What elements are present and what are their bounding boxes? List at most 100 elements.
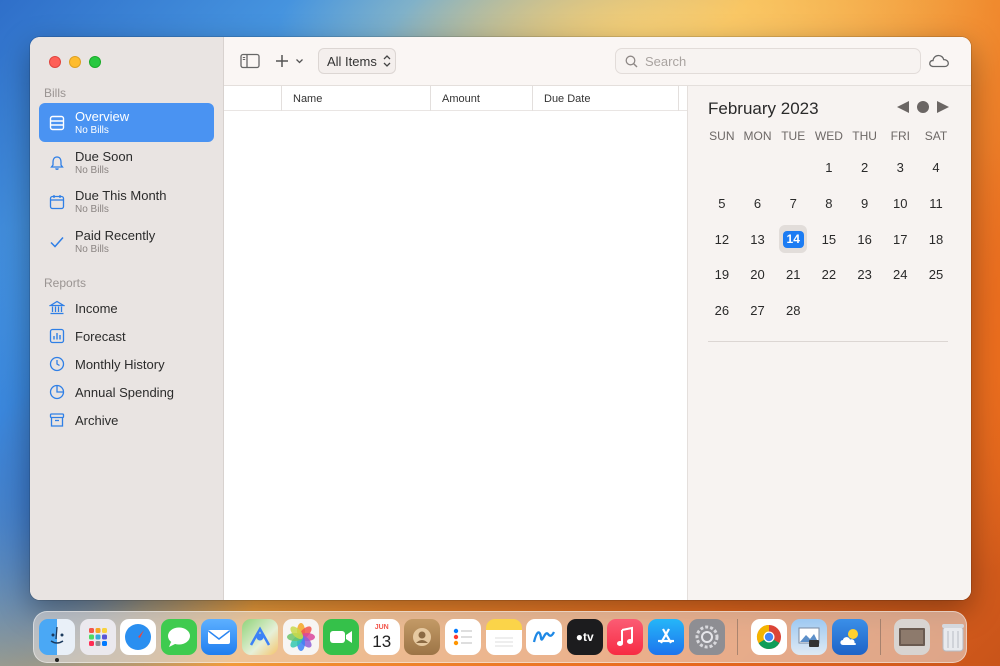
- cloud-icon: [929, 54, 949, 68]
- today-dot-icon[interactable]: [916, 100, 930, 114]
- sidebar-item-annual-spending[interactable]: Annual Spending: [39, 379, 214, 405]
- app-store-icon[interactable]: [647, 619, 684, 655]
- weekday-label: WED: [814, 129, 843, 143]
- close-window-button[interactable]: [49, 56, 61, 68]
- calendar-day[interactable]: 15: [811, 221, 847, 257]
- calendar-day[interactable]: 10: [882, 186, 918, 222]
- calendar-day[interactable]: 20: [740, 257, 776, 293]
- clock-icon: [39, 351, 75, 377]
- sidebar-item-count: No Bills: [75, 204, 109, 215]
- sidebar-item-monthly-history[interactable]: Monthly History: [39, 351, 214, 377]
- search-input[interactable]: [645, 53, 905, 69]
- calendar-week: 5 6 7 8 9 10 11: [704, 186, 954, 222]
- calendar-day[interactable]: 17: [882, 221, 918, 257]
- sidebar-item-due-soon[interactable]: Due Soon No Bills: [39, 143, 214, 182]
- calendar-day[interactable]: 12: [704, 221, 740, 257]
- calendar-day[interactable]: 11: [918, 186, 954, 222]
- archive-box-icon: [39, 407, 75, 433]
- system-settings-icon[interactable]: [688, 619, 725, 655]
- preview-icon[interactable]: [791, 619, 828, 655]
- chevron-up-down-icon: [383, 55, 391, 67]
- column-header-amount[interactable]: Amount: [430, 86, 532, 111]
- sidebar-item-count: No Bills: [75, 244, 109, 255]
- weekday-label: MON: [743, 129, 772, 143]
- trash-icon[interactable]: [935, 619, 971, 655]
- calendar-day[interactable]: 5: [704, 186, 740, 222]
- finder-icon[interactable]: [39, 619, 75, 662]
- calendar-day[interactable]: 19: [704, 257, 740, 293]
- calendar-day[interactable]: 16: [847, 221, 883, 257]
- checkmark-icon: [39, 222, 75, 261]
- filter-popup-button[interactable]: All Items: [318, 48, 396, 74]
- previous-month-icon[interactable]: [896, 100, 910, 114]
- bills-table-body[interactable]: [224, 112, 687, 600]
- calendar-day[interactable]: 6: [740, 186, 776, 222]
- search-field[interactable]: [615, 48, 921, 74]
- sidebar-item-overview[interactable]: Overview No Bills: [39, 103, 214, 142]
- calendar-day[interactable]: 27: [740, 293, 776, 329]
- column-header-name[interactable]: Name: [281, 86, 430, 111]
- cloud-sync-button[interactable]: [926, 50, 952, 72]
- maps-icon[interactable]: [241, 619, 278, 655]
- calendar-day[interactable]: 28: [775, 293, 811, 329]
- calendar-divider: [708, 341, 948, 342]
- weekday-label: TUE: [781, 129, 806, 143]
- pie-chart-icon: [39, 379, 75, 405]
- calendar-day[interactable]: 8: [811, 186, 847, 222]
- add-bill-button[interactable]: [274, 51, 310, 71]
- weather-icon[interactable]: [831, 619, 868, 655]
- next-month-icon[interactable]: [936, 100, 950, 114]
- sidebar-item-due-this-month[interactable]: Due This Month No Bills: [39, 182, 214, 221]
- calendar-day[interactable]: 13: [740, 221, 776, 257]
- zoom-window-button[interactable]: [89, 56, 101, 68]
- dock-separator: [880, 619, 882, 655]
- bills-app-window: Bills Overview No Bills Due Soon No Bill…: [30, 37, 971, 600]
- calendar-app-icon[interactable]: JUN 13: [363, 619, 400, 655]
- sidebar-item-label: Due Soon: [75, 149, 133, 164]
- calendar-day[interactable]: 21: [775, 257, 811, 293]
- calendar-day: [704, 150, 740, 186]
- calendar-day[interactable]: 2: [847, 150, 883, 186]
- calendar-day[interactable]: 25: [918, 257, 954, 293]
- reminders-icon[interactable]: [444, 619, 481, 655]
- safari-icon[interactable]: [120, 619, 157, 655]
- photos-icon[interactable]: [282, 619, 319, 655]
- calendar-day[interactable]: 22: [811, 257, 847, 293]
- calendar-navigation: [896, 100, 950, 114]
- calendar-day: [847, 293, 883, 329]
- mail-icon[interactable]: [201, 619, 238, 655]
- tv-label: tv: [583, 630, 594, 644]
- notes-icon[interactable]: [485, 619, 522, 655]
- calendar-day[interactable]: 26: [704, 293, 740, 329]
- music-icon[interactable]: [607, 619, 644, 655]
- chrome-icon[interactable]: [750, 619, 787, 655]
- calendar-day[interactable]: 7: [775, 186, 811, 222]
- filter-label: All Items: [327, 53, 377, 69]
- downloads-stack-icon[interactable]: [894, 619, 931, 655]
- calendar-day[interactable]: 4: [918, 150, 954, 186]
- calendar-day[interactable]: 3: [882, 150, 918, 186]
- facetime-icon[interactable]: [323, 619, 360, 655]
- sidebar-item-income[interactable]: Income: [39, 295, 214, 321]
- contacts-icon[interactable]: [404, 619, 441, 655]
- sidebar-item-paid-recently[interactable]: Paid Recently No Bills: [39, 222, 214, 261]
- column-header-due-date[interactable]: Due Date: [532, 86, 678, 111]
- tv-icon[interactable]: ● tv: [566, 619, 603, 655]
- sidebar-item-forecast[interactable]: Forecast: [39, 323, 214, 349]
- calendar-day[interactable]: 9: [847, 186, 883, 222]
- launchpad-icon[interactable]: [79, 619, 116, 655]
- messages-icon[interactable]: [160, 619, 197, 655]
- sidebar-item-label: Archive: [75, 412, 119, 428]
- calendar-day[interactable]: 24: [882, 257, 918, 293]
- minimize-window-button[interactable]: [69, 56, 81, 68]
- bell-icon: [39, 143, 75, 182]
- calendar-day[interactable]: 23: [847, 257, 883, 293]
- sidebar-item-archive[interactable]: Archive: [39, 407, 214, 433]
- freeform-icon[interactable]: [526, 619, 563, 655]
- calendar-day[interactable]: 18: [918, 221, 954, 257]
- toggle-sidebar-button[interactable]: [238, 51, 262, 71]
- calendar-day[interactable]: 1: [811, 150, 847, 186]
- sidebar-item-label: Monthly History: [75, 356, 165, 372]
- calendar-month-title: February 2023: [708, 99, 819, 118]
- calendar-day-today[interactable]: 14: [775, 221, 811, 257]
